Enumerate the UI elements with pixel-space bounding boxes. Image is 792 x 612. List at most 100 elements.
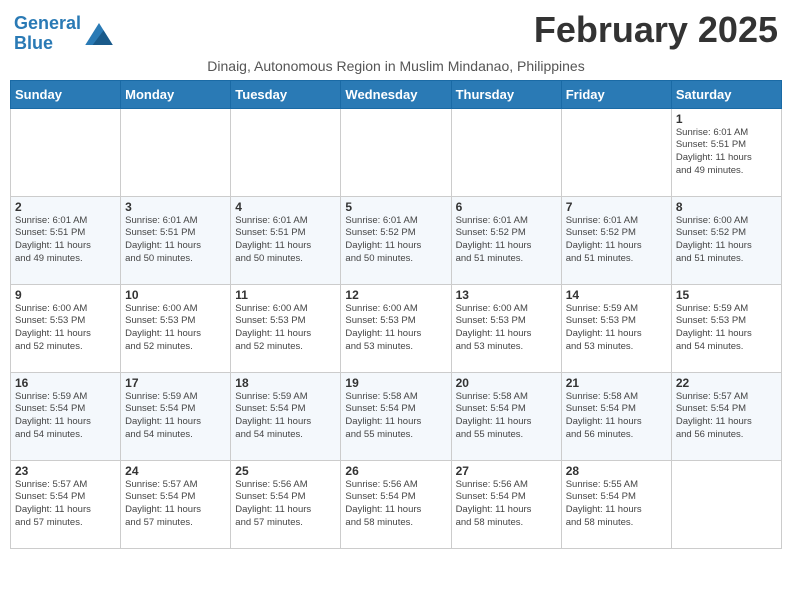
header-sunday: Sunday (11, 80, 121, 108)
day-number: 5 (345, 200, 446, 214)
day-number: 7 (566, 200, 667, 214)
day-number: 22 (676, 376, 777, 390)
calendar-cell: 1Sunrise: 6:01 AM Sunset: 5:51 PM Daylig… (671, 108, 781, 196)
day-number: 12 (345, 288, 446, 302)
calendar-cell (561, 108, 671, 196)
day-info: Sunrise: 5:59 AM Sunset: 5:53 PM Dayligh… (676, 303, 777, 354)
day-number: 27 (456, 464, 557, 478)
day-info: Sunrise: 6:00 AM Sunset: 5:53 PM Dayligh… (345, 303, 446, 354)
calendar-cell: 5Sunrise: 6:01 AM Sunset: 5:52 PM Daylig… (341, 196, 451, 284)
calendar-cell: 9Sunrise: 6:00 AM Sunset: 5:53 PM Daylig… (11, 284, 121, 372)
calendar-cell (451, 108, 561, 196)
calendar-cell (231, 108, 341, 196)
logo-text: General Blue (14, 14, 81, 54)
calendar-cell: 10Sunrise: 6:00 AM Sunset: 5:53 PM Dayli… (121, 284, 231, 372)
subtitle: Dinaig, Autonomous Region in Muslim Mind… (10, 58, 782, 74)
day-info: Sunrise: 6:01 AM Sunset: 5:51 PM Dayligh… (125, 215, 226, 266)
calendar-cell: 11Sunrise: 6:00 AM Sunset: 5:53 PM Dayli… (231, 284, 341, 372)
day-info: Sunrise: 5:57 AM Sunset: 5:54 PM Dayligh… (125, 479, 226, 530)
calendar-cell (11, 108, 121, 196)
logo: General Blue (14, 14, 113, 54)
day-info: Sunrise: 5:58 AM Sunset: 5:54 PM Dayligh… (566, 391, 667, 442)
day-info: Sunrise: 5:59 AM Sunset: 5:54 PM Dayligh… (15, 391, 116, 442)
day-info: Sunrise: 6:01 AM Sunset: 5:51 PM Dayligh… (235, 215, 336, 266)
calendar-week-row: 1Sunrise: 6:01 AM Sunset: 5:51 PM Daylig… (11, 108, 782, 196)
day-info: Sunrise: 5:57 AM Sunset: 5:54 PM Dayligh… (15, 479, 116, 530)
day-number: 15 (676, 288, 777, 302)
calendar-cell (121, 108, 231, 196)
calendar-week-row: 2Sunrise: 6:01 AM Sunset: 5:51 PM Daylig… (11, 196, 782, 284)
logo-general: General (14, 13, 81, 33)
calendar-cell: 27Sunrise: 5:56 AM Sunset: 5:54 PM Dayli… (451, 460, 561, 548)
calendar-cell: 12Sunrise: 6:00 AM Sunset: 5:53 PM Dayli… (341, 284, 451, 372)
day-info: Sunrise: 6:00 AM Sunset: 5:52 PM Dayligh… (676, 215, 777, 266)
calendar-cell: 2Sunrise: 6:01 AM Sunset: 5:51 PM Daylig… (11, 196, 121, 284)
calendar-cell: 8Sunrise: 6:00 AM Sunset: 5:52 PM Daylig… (671, 196, 781, 284)
header-friday: Friday (561, 80, 671, 108)
logo-icon (85, 23, 113, 45)
calendar-table: SundayMondayTuesdayWednesdayThursdayFrid… (10, 80, 782, 549)
calendar-cell: 24Sunrise: 5:57 AM Sunset: 5:54 PM Dayli… (121, 460, 231, 548)
day-number: 3 (125, 200, 226, 214)
day-number: 21 (566, 376, 667, 390)
calendar-cell: 16Sunrise: 5:59 AM Sunset: 5:54 PM Dayli… (11, 372, 121, 460)
header-monday: Monday (121, 80, 231, 108)
day-number: 1 (676, 112, 777, 126)
day-info: Sunrise: 5:59 AM Sunset: 5:54 PM Dayligh… (235, 391, 336, 442)
day-info: Sunrise: 6:01 AM Sunset: 5:52 PM Dayligh… (566, 215, 667, 266)
day-number: 11 (235, 288, 336, 302)
day-info: Sunrise: 6:01 AM Sunset: 5:52 PM Dayligh… (345, 215, 446, 266)
day-info: Sunrise: 5:58 AM Sunset: 5:54 PM Dayligh… (456, 391, 557, 442)
day-info: Sunrise: 5:55 AM Sunset: 5:54 PM Dayligh… (566, 479, 667, 530)
day-info: Sunrise: 6:00 AM Sunset: 5:53 PM Dayligh… (125, 303, 226, 354)
calendar-cell: 17Sunrise: 5:59 AM Sunset: 5:54 PM Dayli… (121, 372, 231, 460)
day-info: Sunrise: 6:01 AM Sunset: 5:52 PM Dayligh… (456, 215, 557, 266)
day-number: 19 (345, 376, 446, 390)
day-number: 4 (235, 200, 336, 214)
day-number: 8 (676, 200, 777, 214)
day-number: 18 (235, 376, 336, 390)
day-number: 2 (15, 200, 116, 214)
day-info: Sunrise: 5:57 AM Sunset: 5:54 PM Dayligh… (676, 391, 777, 442)
header-thursday: Thursday (451, 80, 561, 108)
calendar-cell: 14Sunrise: 5:59 AM Sunset: 5:53 PM Dayli… (561, 284, 671, 372)
day-info: Sunrise: 6:00 AM Sunset: 5:53 PM Dayligh… (235, 303, 336, 354)
calendar-cell (671, 460, 781, 548)
calendar-cell: 22Sunrise: 5:57 AM Sunset: 5:54 PM Dayli… (671, 372, 781, 460)
day-info: Sunrise: 6:01 AM Sunset: 5:51 PM Dayligh… (676, 127, 777, 178)
day-number: 25 (235, 464, 336, 478)
calendar-cell: 15Sunrise: 5:59 AM Sunset: 5:53 PM Dayli… (671, 284, 781, 372)
calendar-cell: 28Sunrise: 5:55 AM Sunset: 5:54 PM Dayli… (561, 460, 671, 548)
day-info: Sunrise: 5:56 AM Sunset: 5:54 PM Dayligh… (235, 479, 336, 530)
calendar-header-row: SundayMondayTuesdayWednesdayThursdayFrid… (11, 80, 782, 108)
calendar-week-row: 9 Sunrise: 6:00 AM Sunset: 5:53 PM Daylig… (11, 284, 782, 372)
calendar-cell: 26Sunrise: 5:56 AM Sunset: 5:54 PM Dayli… (341, 460, 451, 548)
calendar-cell: 3Sunrise: 6:01 AM Sunset: 5:51 PM Daylig… (121, 196, 231, 284)
day-number: 24 (125, 464, 226, 478)
calendar-cell: 23Sunrise: 5:57 AM Sunset: 5:54 PM Dayli… (11, 460, 121, 548)
calendar-cell: 18Sunrise: 5:59 AM Sunset: 5:54 PM Dayli… (231, 372, 341, 460)
day-number: 20 (456, 376, 557, 390)
calendar-cell: 25Sunrise: 5:56 AM Sunset: 5:54 PM Dayli… (231, 460, 341, 548)
day-number: 13 (456, 288, 557, 302)
day-number: 6 (456, 200, 557, 214)
day-number: 28 (566, 464, 667, 478)
day-number: 14 (566, 288, 667, 302)
calendar-cell (341, 108, 451, 196)
day-number: 9 (15, 288, 116, 302)
day-info: Sunrise: 5:59 AM Sunset: 5:54 PM Dayligh… (125, 391, 226, 442)
calendar-cell: 21Sunrise: 5:58 AM Sunset: 5:54 PM Dayli… (561, 372, 671, 460)
calendar-week-row: 16Sunrise: 5:59 AM Sunset: 5:54 PM Dayli… (11, 372, 782, 460)
calendar-cell: 20Sunrise: 5:58 AM Sunset: 5:54 PM Dayli… (451, 372, 561, 460)
calendar-cell: 4Sunrise: 6:01 AM Sunset: 5:51 PM Daylig… (231, 196, 341, 284)
day-number: 10 (125, 288, 226, 302)
day-info: Sunrise: 6:00 AM Sunset: 5:53 PM Dayligh… (456, 303, 557, 354)
day-info: Sunrise: 6:01 AM Sunset: 5:51 PM Dayligh… (15, 215, 116, 266)
day-info: Sunrise: 5:58 AM Sunset: 5:54 PM Dayligh… (345, 391, 446, 442)
header-wednesday: Wednesday (341, 80, 451, 108)
calendar-cell: 19Sunrise: 5:58 AM Sunset: 5:54 PM Dayli… (341, 372, 451, 460)
title-block: February 2025 (534, 10, 778, 50)
calendar-week-row: 23Sunrise: 5:57 AM Sunset: 5:54 PM Dayli… (11, 460, 782, 548)
day-number: 17 (125, 376, 226, 390)
header-saturday: Saturday (671, 80, 781, 108)
